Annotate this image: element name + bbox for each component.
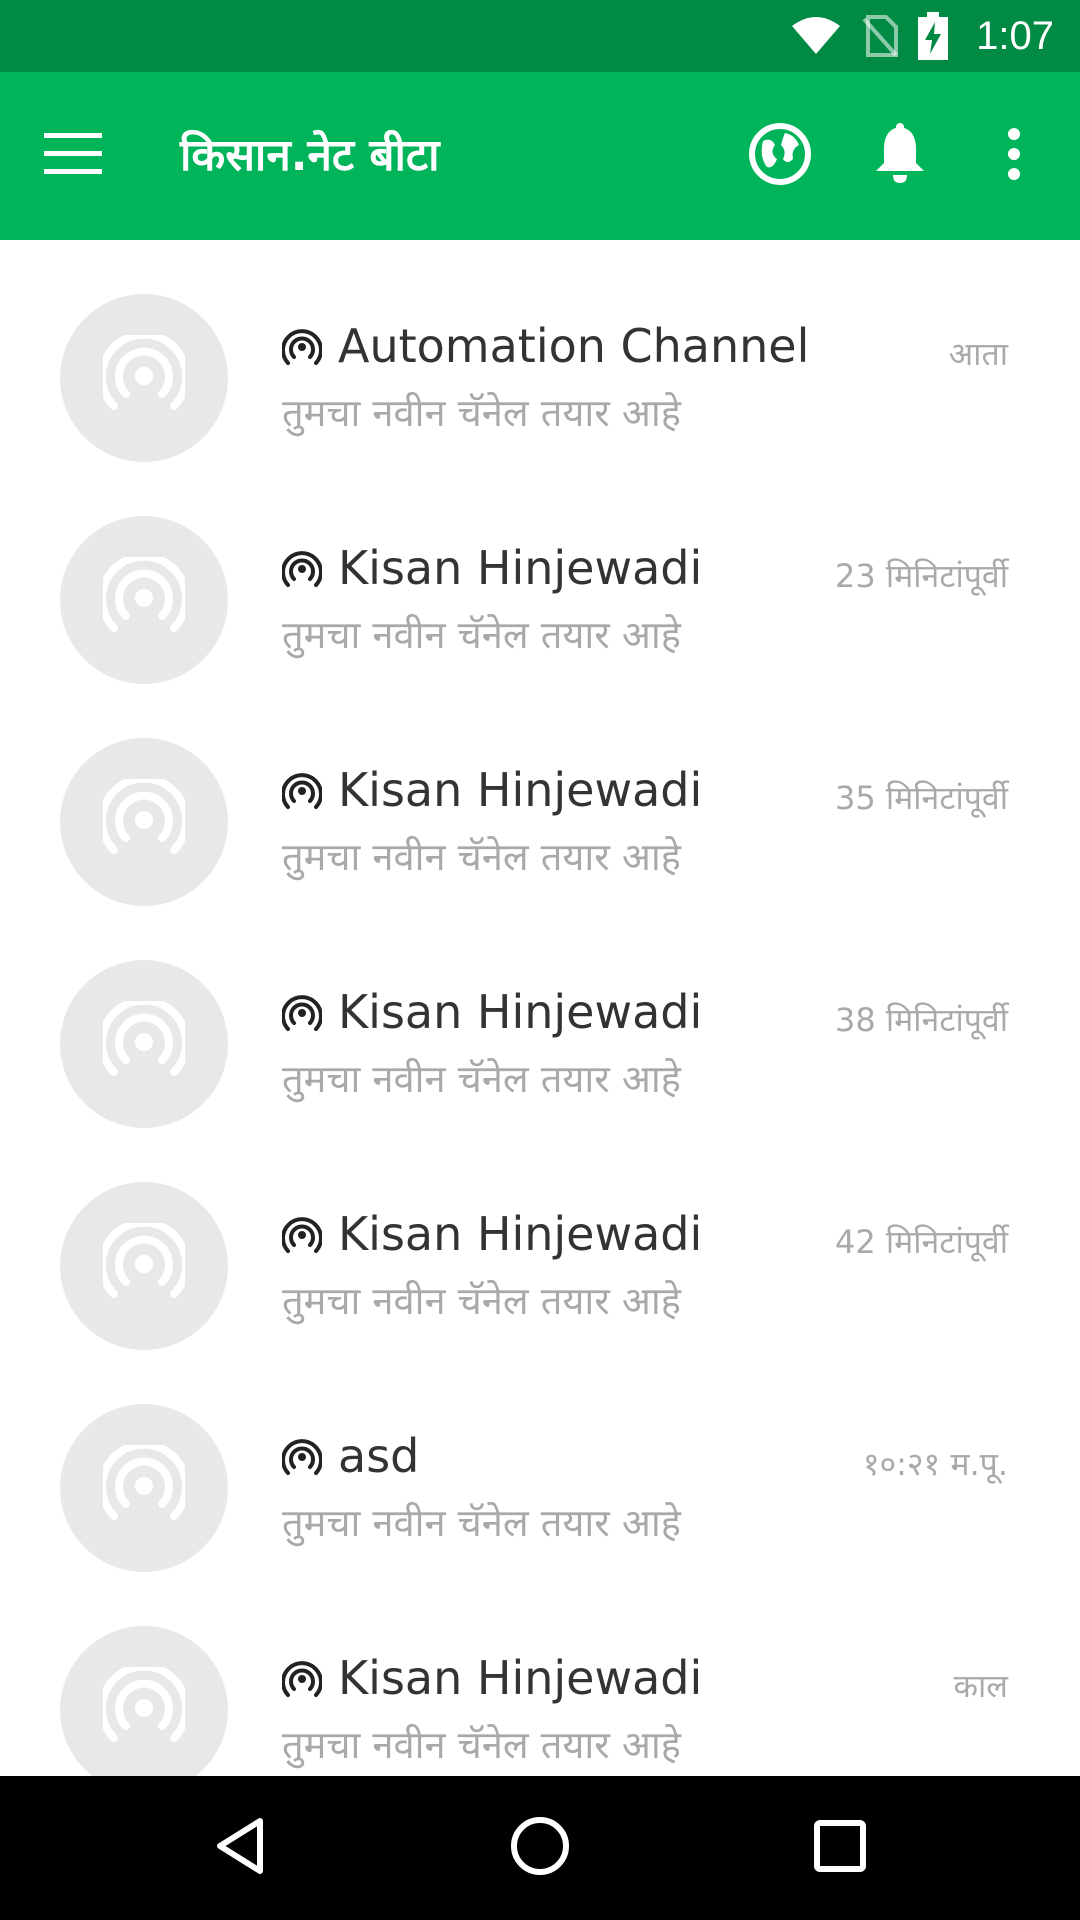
channel-timestamp: काल [953, 1667, 1008, 1705]
channel-icon [282, 770, 322, 810]
back-icon [214, 1817, 266, 1879]
back-button[interactable] [200, 1808, 280, 1888]
broadcast-icon [98, 552, 190, 643]
channel-message: तुमचा नवीन चॅनेल तयार आहे [282, 1501, 681, 1545]
channel-message: तुमचा नवीन चॅनेल तयार आहे [282, 1723, 681, 1767]
broadcast-icon [98, 330, 190, 421]
battery-charging-icon [918, 12, 949, 60]
channel-icon [282, 992, 322, 1032]
channel-name: asd [338, 1429, 420, 1483]
channel-timestamp: १०:२१ म.पू. [862, 1445, 1008, 1483]
notifications-button[interactable] [860, 116, 940, 196]
home-button[interactable] [500, 1808, 580, 1888]
status-time: 1:07 [976, 13, 1054, 58]
list-item[interactable]: Kisan Hinjewadi तुमचा नवीन चॅनेल तयार आह… [0, 1572, 1080, 1776]
channel-avatar [60, 516, 228, 684]
channel-icon [282, 1214, 322, 1254]
channel-message: तुमचा नवीन चॅनेल तयार आहे [282, 1279, 681, 1323]
channel-message: तुमचा नवीन चॅनेल तयार आहे [282, 391, 681, 435]
channel-avatar [60, 960, 228, 1128]
list-item[interactable]: Automation Channel तुमचा नवीन चॅनेल तयार… [0, 240, 1080, 462]
broadcast-icon [98, 996, 190, 1087]
channel-avatar [60, 1182, 228, 1350]
broadcast-icon [98, 1440, 190, 1531]
channel-icon [282, 1436, 322, 1476]
more-vert-icon [1006, 128, 1022, 184]
channel-timestamp: आता [948, 335, 1008, 373]
no-sim-icon [862, 15, 899, 57]
app-bar: किसान.नेट बीटा [0, 72, 1080, 240]
menu-icon [44, 133, 102, 179]
home-icon [510, 1816, 570, 1880]
channel-name: Kisan Hinjewadi [338, 985, 703, 1039]
channel-avatar [60, 1404, 228, 1572]
list-item[interactable]: Kisan Hinjewadi तुमचा नवीन चॅनेल तयार आह… [0, 462, 1080, 684]
bell-icon [874, 123, 926, 189]
channel-icon [282, 1658, 322, 1698]
channel-avatar [60, 294, 228, 462]
channel-icon [282, 548, 322, 588]
language-button[interactable] [740, 116, 820, 196]
status-bar: 1:07 [0, 0, 1080, 72]
app-title: किसान.नेट बीटा [180, 130, 440, 181]
channel-avatar [60, 738, 228, 906]
channel-timestamp: 23 मिनिटांपूर्वी [834, 557, 1008, 595]
channel-message: तुमचा नवीन चॅनेल तयार आहे [282, 835, 681, 879]
broadcast-icon [98, 774, 190, 865]
broadcast-icon [98, 1662, 190, 1753]
navigation-bar [0, 1776, 1080, 1920]
channel-list[interactable]: Automation Channel तुमचा नवीन चॅनेल तयार… [0, 240, 1080, 1776]
overflow-menu-button[interactable] [974, 116, 1054, 196]
list-item[interactable]: Kisan Hinjewadi तुमचा नवीन चॅनेल तयार आह… [0, 684, 1080, 906]
list-item[interactable]: Kisan Hinjewadi तुमचा नवीन चॅनेल तयार आह… [0, 1128, 1080, 1350]
globe-icon [749, 123, 811, 189]
list-item[interactable]: Kisan Hinjewadi तुमचा नवीन चॅनेल तयार आह… [0, 906, 1080, 1128]
recents-icon [814, 1820, 866, 1876]
wifi-icon [790, 16, 842, 56]
channel-timestamp: 42 मिनिटांपूर्वी [834, 1223, 1008, 1261]
channel-message: तुमचा नवीन चॅनेल तयार आहे [282, 613, 681, 657]
list-item[interactable]: asd तुमचा नवीन चॅनेल तयार आहे १०:२१ म.पू… [0, 1350, 1080, 1572]
channel-avatar [60, 1626, 228, 1776]
menu-button[interactable] [44, 124, 124, 188]
channel-name: Kisan Hinjewadi [338, 1651, 703, 1705]
broadcast-icon [98, 1218, 190, 1309]
channel-timestamp: 38 मिनिटांपूर्वी [834, 1001, 1008, 1039]
channel-name: Kisan Hinjewadi [338, 1207, 703, 1261]
recents-button[interactable] [800, 1808, 880, 1888]
channel-name: Kisan Hinjewadi [338, 763, 703, 817]
channel-name: Automation Channel [338, 319, 810, 373]
channel-name: Kisan Hinjewadi [338, 541, 703, 595]
channel-message: तुमचा नवीन चॅनेल तयार आहे [282, 1057, 681, 1101]
channel-icon [282, 326, 322, 366]
channel-timestamp: 35 मिनिटांपूर्वी [834, 779, 1008, 817]
